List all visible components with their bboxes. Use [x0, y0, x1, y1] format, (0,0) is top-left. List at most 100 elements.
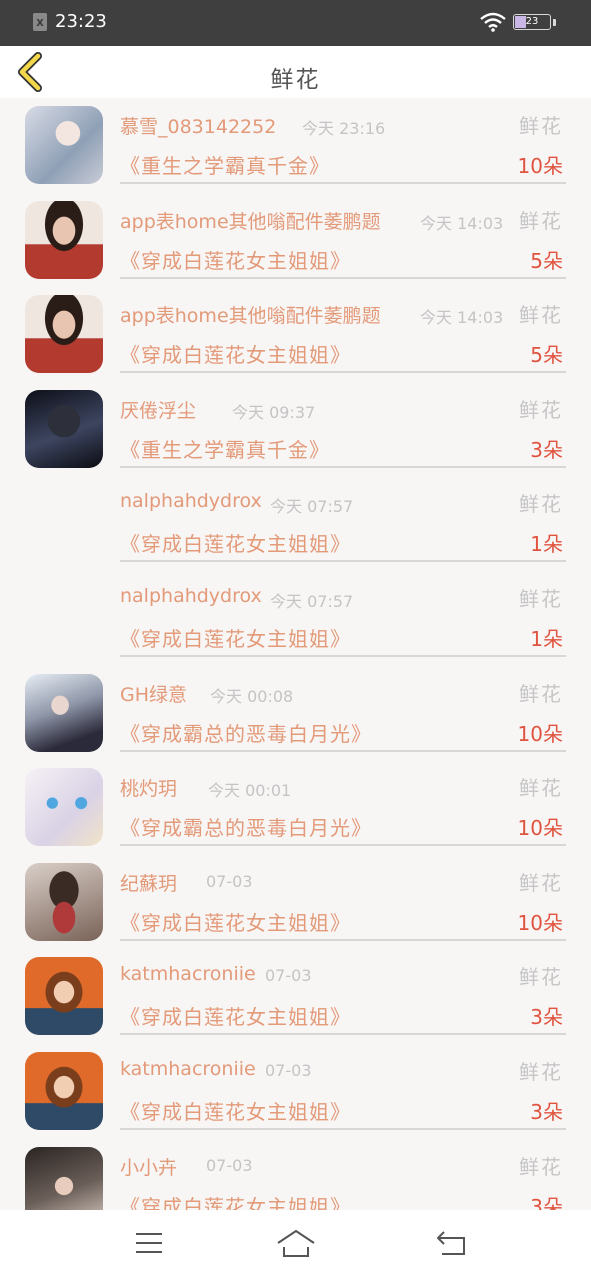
gift-type-label: 鲜花 — [519, 114, 563, 138]
avatar[interactable] — [25, 200, 103, 279]
avatar[interactable] — [25, 673, 103, 752]
gift-type-label: 鲜花 — [519, 397, 563, 422]
flower-count: 10朵 — [517, 910, 563, 935]
user-name[interactable]: 厌倦浮尘 — [120, 396, 196, 423]
list-item[interactable]: 厌倦浮尘 今天 09:37 鲜花《重生之学霸真千金》 3朵 — [0, 382, 591, 477]
book-title[interactable]: 《穿成白莲花女主姐姐》 — [120, 907, 351, 936]
user-name[interactable]: 纪蘇玥 — [120, 869, 177, 896]
book-title[interactable]: 《穿成霸总的恶毒白月光》 — [120, 718, 372, 747]
flower-count: 3朵 — [530, 437, 563, 462]
list-item[interactable]: 小小卉 07-03 鲜花《穿成白莲花女主姐姐》 3朵 — [0, 1139, 591, 1210]
menu-icon[interactable] — [134, 1230, 164, 1256]
avatar[interactable] — [25, 1051, 103, 1130]
gift-type-label: 鲜花 — [519, 776, 563, 801]
book-title[interactable]: 《穿成白莲花女主姐姐》 — [120, 245, 351, 274]
timestamp: 今天 23:16 — [302, 119, 386, 138]
divider — [120, 182, 566, 184]
gift-type-label: 鲜花 — [519, 492, 563, 517]
divider — [120, 276, 566, 279]
timestamp: 今天 14:03 — [420, 213, 504, 233]
list-item[interactable]: nalphahdydrox 今天 07:57 鲜花《穿成白莲花女主姐姐》 1朵 — [0, 571, 591, 666]
user-name[interactable]: 小小卉 — [120, 1153, 177, 1180]
divider — [120, 654, 566, 657]
user-name[interactable]: nalphahdydrox — [120, 490, 262, 512]
avatar[interactable] — [25, 957, 103, 1036]
nav-bar — [0, 1210, 591, 1280]
timestamp: 07-03 — [265, 1060, 312, 1080]
home-icon[interactable] — [276, 1228, 316, 1258]
flower-count: 10朵 — [517, 721, 563, 746]
list-item[interactable]: nalphahdydrox 今天 07:57 鲜花《穿成白莲花女主姐姐》 1朵 — [0, 476, 591, 571]
gift-type-label: 鲜花 — [519, 1154, 563, 1179]
list-item[interactable]: 桃灼玥 今天 00:01 鲜花《穿成霸总的恶毒白月光》 10朵 — [0, 760, 591, 855]
book-title[interactable]: 《重生之学霸真千金》 — [120, 434, 330, 463]
page-title: 鲜花 — [270, 67, 321, 93]
list-item[interactable]: katmhacroniie 07-03 鲜花《穿成白莲花女主姐姐》 3朵 — [0, 949, 591, 1044]
header: 鲜花 — [0, 46, 591, 98]
user-name[interactable]: 桃灼玥 — [120, 774, 177, 801]
book-title[interactable]: 《穿成白莲花女主姐姐》 — [120, 1191, 351, 1210]
book-title[interactable]: 《穿成白莲花女主姐姐》 — [120, 1001, 351, 1030]
status-bar: x 23:23 23 — [0, 0, 591, 46]
flower-count: 10朵 — [517, 816, 563, 841]
list-item[interactable]: katmhacroniie 07-03 鲜花《穿成白莲花女主姐姐》 3朵 — [0, 1044, 591, 1139]
book-title[interactable]: 《重生之学霸真千金》 — [120, 150, 330, 179]
avatar[interactable] — [25, 1146, 103, 1210]
book-title[interactable]: 《穿成白莲花女主姐姐》 — [120, 623, 351, 652]
avatar[interactable] — [25, 295, 103, 374]
divider — [120, 749, 566, 752]
flower-count: 1朵 — [530, 626, 563, 651]
user-name[interactable]: GH绿意 — [120, 680, 187, 707]
gift-type-label: 鲜花 — [519, 303, 563, 328]
gift-type-label: 鲜花 — [519, 586, 563, 611]
user-name[interactable]: katmhacroniie — [120, 963, 256, 985]
gift-type-label: 鲜花 — [519, 870, 563, 895]
flower-count: 5朵 — [530, 343, 563, 368]
back-icon[interactable] — [434, 1228, 468, 1258]
flower-count: 3朵 — [530, 1005, 563, 1030]
avatar[interactable] — [25, 389, 103, 468]
book-title[interactable]: 《穿成白莲花女主姐姐》 — [120, 528, 351, 557]
timestamp: 07-03 — [206, 871, 253, 891]
divider — [120, 1033, 566, 1036]
book-title[interactable]: 《穿成白莲花女主姐姐》 — [120, 339, 351, 368]
gift-type-label: 鲜花 — [519, 1059, 563, 1084]
divider — [120, 938, 566, 941]
gift-type-label: 鲜花 — [519, 681, 563, 706]
book-title[interactable]: 《穿成霸总的恶毒白月光》 — [120, 812, 372, 841]
divider — [120, 465, 566, 468]
list-item[interactable]: app表home其他嗡配件萎鹏题 今天 14:03 鲜花《穿成白莲花女主姐姐》 5朵 — [0, 287, 591, 382]
flower-count: 5朵 — [530, 248, 563, 273]
timestamp: 今天 14:03 — [420, 308, 504, 328]
timestamp: 今天 09:37 — [232, 402, 316, 422]
gift-type-label: 鲜花 — [519, 965, 563, 990]
user-name[interactable]: katmhacroniie — [120, 1058, 256, 1080]
user-name[interactable]: nalphahdydrox — [120, 585, 262, 607]
timestamp: 07-03 — [206, 1155, 253, 1175]
timestamp: 今天 07:57 — [270, 591, 354, 611]
list-item[interactable]: 纪蘇玥 07-03 鲜花《穿成白莲花女主姐姐》 10朵 — [0, 855, 591, 950]
divider — [120, 1127, 566, 1130]
user-name[interactable]: app表home其他嗡配件萎鹏题 — [120, 207, 381, 234]
user-name[interactable]: 慕雪_083142252 — [120, 112, 276, 139]
book-title[interactable]: 《穿成白莲花女主姐姐》 — [120, 1096, 351, 1125]
notification-icon: x — [33, 13, 47, 31]
timestamp: 07-03 — [265, 966, 312, 986]
list-item[interactable]: 慕雪_083142252 今天 23:16 鲜花 《重生之学霸真千金》 10朵 — [0, 98, 591, 193]
flower-count: 3朵 — [530, 1194, 563, 1210]
flower-count: 1朵 — [530, 532, 563, 557]
divider — [120, 371, 566, 374]
list-item[interactable]: GH绿意 今天 00:08 鲜花 《穿成霸总的恶毒白月光》 10朵 — [0, 666, 591, 761]
list-item[interactable]: app表home其他嗡配件萎鹏题 今天 14:03 鲜花 《穿成白莲花女主姐姐》 5朵 — [0, 193, 591, 288]
avatar[interactable] — [25, 768, 103, 847]
timestamp: 今天 00:01 — [208, 781, 292, 801]
divider — [120, 560, 566, 563]
timestamp: 今天 07:57 — [270, 497, 354, 517]
avatar[interactable] — [25, 106, 103, 184]
user-name[interactable]: app表home其他嗡配件萎鹏题 — [120, 301, 381, 328]
flower-count: 3朵 — [530, 1099, 563, 1124]
battery-icon: 23 — [513, 14, 551, 30]
avatar[interactable] — [25, 862, 103, 941]
divider — [120, 844, 566, 847]
gift-list: 慕雪_083142252 今天 23:16 鲜花 《重生之学霸真千金》 10朵 app表h… — [0, 98, 591, 1210]
